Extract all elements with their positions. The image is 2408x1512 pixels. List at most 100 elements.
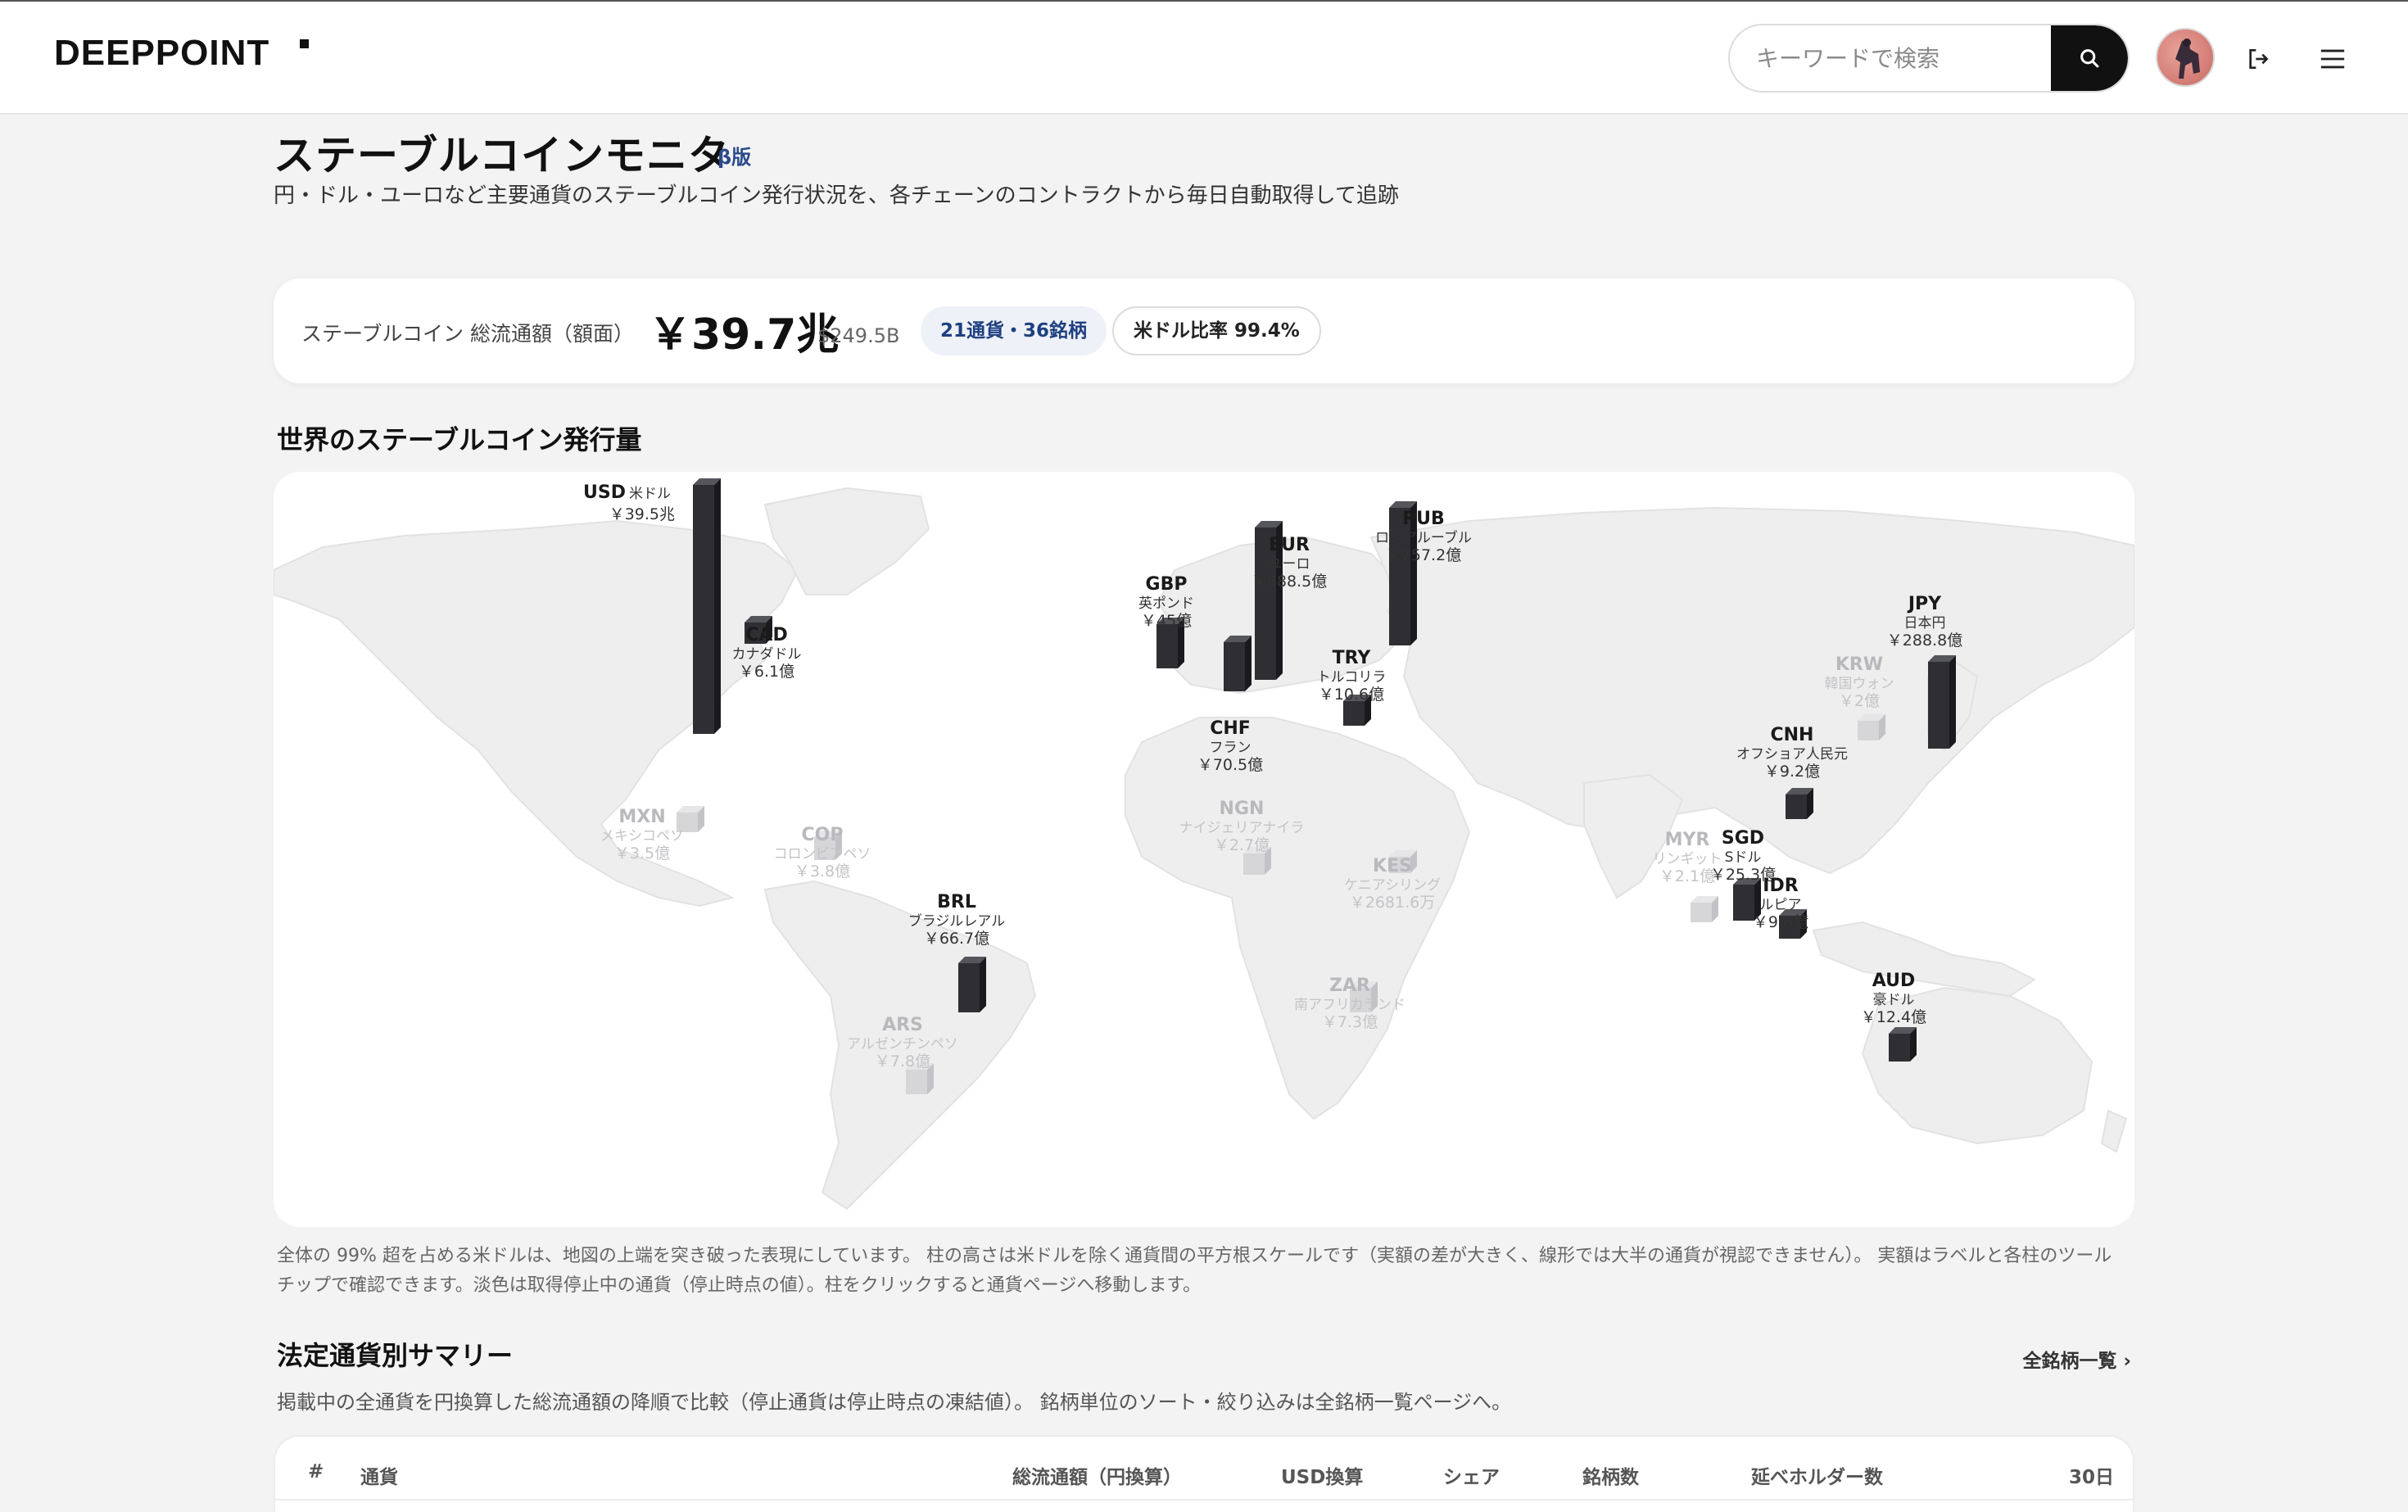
- total-value: ￥39.7兆: [649, 310, 840, 360]
- bar-front-usd[interactable]: [693, 485, 714, 734]
- bar-aud[interactable]: [1889, 1027, 1917, 1062]
- label-name-aud: 豪ドル: [1873, 991, 1915, 1008]
- label-amount-krw: ￥2億: [1839, 692, 1880, 710]
- label-amount-myr: ￥2.1億: [1659, 867, 1715, 885]
- label-name-cad: カナダドル: [732, 646, 802, 663]
- label-amount-chf: ￥70.5億: [1197, 756, 1263, 774]
- bar-front-jpy[interactable]: [1928, 662, 1949, 749]
- col-token-count[interactable]: 銘柄数: [1582, 1461, 1639, 1489]
- label-name-krw: 韓国ウォン: [1825, 676, 1894, 692]
- bar-jpy[interactable]: [1928, 655, 1956, 749]
- label-name-kes: ケニアシリング: [1344, 877, 1441, 894]
- bar-front-chf[interactable]: [1224, 642, 1245, 691]
- col-currency[interactable]: 通貨: [360, 1461, 398, 1489]
- label-code-ars: ARS: [882, 1015, 923, 1035]
- label-amount-usd: ￥39.5兆: [609, 505, 675, 523]
- all-tokens-link[interactable]: 全銘柄一覧 ›: [2023, 1345, 2132, 1373]
- label-name-brl: ブラジルレアル: [908, 912, 1006, 930]
- page-title: ステーブルコインモニタ: [274, 132, 730, 179]
- label-code-gbp: GBP: [1146, 574, 1188, 595]
- label-name-sgd: Sドル: [1725, 849, 1762, 866]
- label-amount-gbp: ￥45億: [1141, 612, 1192, 630]
- page-subtitle: 円・ドル・ユーロなど主要通貨のステーブルコイン発行状況を、各チェーンのコントラク…: [274, 183, 1399, 208]
- col-total-jpy[interactable]: 総流通額（円換算）: [1012, 1461, 1182, 1489]
- summary-table: # 通貨 総流通額（円換算） USD換算 シェア 銘柄数 延べホルダー数 30日: [274, 1435, 2134, 1512]
- col-rank[interactable]: #: [308, 1461, 324, 1483]
- label-name-eur: ユーロ: [1269, 556, 1310, 573]
- bar-myr[interactable]: [1691, 896, 1718, 922]
- label-code-kes: KES: [1373, 856, 1412, 876]
- label-name-jpy: 日本円: [1904, 615, 1946, 632]
- col-30d[interactable]: 30日: [2069, 1461, 2114, 1489]
- label-name-cop: コロンビアペソ: [774, 846, 871, 862]
- bar-side-jpy[interactable]: [1949, 655, 1956, 749]
- bar-front-cnh[interactable]: [1786, 794, 1807, 819]
- label-amount-jpy: ￥288.8億: [1887, 632, 1962, 650]
- land-africa: [1125, 717, 1471, 1120]
- bar-front-try[interactable]: [1343, 701, 1365, 726]
- bar-side-brl[interactable]: [980, 957, 986, 1012]
- logout-icon[interactable]: [2242, 43, 2274, 75]
- label-amount-aud: ￥12.4億: [1861, 1008, 1926, 1026]
- label-name-rub: ロシアルーブル: [1375, 529, 1472, 546]
- label-name-usd: 米ドル: [629, 486, 671, 502]
- land-new-zealand: [2100, 1109, 2128, 1153]
- label-name-mxn: メキシコペソ: [600, 828, 684, 844]
- label-amount-mxn: ￥3.5億: [614, 844, 670, 862]
- bar-brl[interactable]: [958, 957, 986, 1012]
- summary-heading: 法定通貨別サマリー: [277, 1340, 514, 1371]
- label-code-cad: CAD: [745, 625, 787, 645]
- bar-front-gbp[interactable]: [1156, 624, 1178, 668]
- label-code-cop: COP: [802, 825, 844, 845]
- bar-side-usd[interactable]: [714, 478, 721, 734]
- label-code-mxn: MXN: [618, 807, 665, 827]
- world-map: USD 米ドル ￥39.5兆 CADカナダドル￥6.1億 GBP英ポンド￥45億 EURユ…: [274, 478, 2134, 1211]
- label-code-usd: USD: [583, 482, 626, 503]
- search-button[interactable]: [2051, 25, 2128, 91]
- label-amount-ngn: ￥2.7億: [1214, 836, 1270, 854]
- bar-cnh[interactable]: [1786, 788, 1813, 819]
- label-code-jpy: JPY: [1907, 594, 1942, 614]
- bar-front-ars[interactable]: [906, 1070, 927, 1094]
- map-footnote: 全体の 99% 超を占める米ドルは、地図の上端を突き破った表現にしています。 柱…: [277, 1246, 2112, 1296]
- land-asia: [1369, 506, 2134, 875]
- col-share[interactable]: シェア: [1443, 1461, 1500, 1489]
- total-label: ステーブルコイン 総流通額（額面）: [301, 322, 634, 346]
- col-usd[interactable]: USD換算: [1281, 1461, 1363, 1489]
- bar-front-aud[interactable]: [1889, 1034, 1910, 1062]
- col-holders[interactable]: 延べホルダー数: [1751, 1461, 1883, 1489]
- bar-usd[interactable]: [693, 478, 721, 734]
- avatar[interactable]: [2156, 28, 2215, 87]
- label-amount-zar: ￥7.3億: [1322, 1013, 1378, 1031]
- bar-front-myr[interactable]: [1691, 903, 1712, 922]
- label-amount-cop: ￥3.8億: [794, 862, 850, 880]
- summary-note: 掲載中の全通貨を円換算した総流通額の降順で比較（停止通貨は停止時点の凍結値）。 …: [277, 1391, 1512, 1414]
- bar-front-ngn[interactable]: [1243, 853, 1265, 875]
- menu-icon[interactable]: [2316, 43, 2349, 75]
- label-name-try: トルコリラ: [1317, 669, 1387, 686]
- usd-ratio-pill: 米ドル比率 99.4%: [1112, 306, 1321, 355]
- label-amount-eur: ￥888.5億: [1252, 573, 1327, 591]
- label-name-cnh: オフショア人民元: [1736, 746, 1848, 763]
- logo[interactable]: DEEPPOINT: [54, 33, 269, 74]
- summary-card: ステーブルコイン 総流通額（額面） ￥39.7兆 $249.5B 21通貨・36…: [274, 278, 2134, 383]
- bar-front-krw[interactable]: [1858, 721, 1879, 740]
- label-amount-cad: ￥6.1億: [739, 663, 794, 681]
- label-code-try: TRY: [1333, 648, 1372, 668]
- label-name-chf: フラン: [1210, 740, 1252, 756]
- label-code-rub: RUB: [1402, 509, 1445, 529]
- label-amount-rub: ￥757.2億: [1386, 546, 1461, 564]
- bar-chf[interactable]: [1224, 636, 1252, 691]
- bar-front-sgd[interactable]: [1733, 885, 1754, 921]
- label-code-zar: ZAR: [1329, 976, 1370, 996]
- search-box: [1728, 24, 2130, 93]
- world-map-card: USD 米ドル ￥39.5兆 CAD カナダドル ￥6.1億 GBP 英ポンド ￥45億 EUR ユ…: [274, 472, 2134, 1227]
- label-code-aud: AUD: [1872, 971, 1915, 991]
- header-bar: DEEPPOINT: [0, 2, 2408, 115]
- search-input[interactable]: [1730, 25, 2054, 91]
- bar-krw[interactable]: [1858, 714, 1885, 740]
- bar-side-chf[interactable]: [1245, 636, 1252, 691]
- label-amount-idr: ￥9.6億: [1753, 913, 1808, 931]
- label-name-ars: アルゼンチンペソ: [847, 1036, 958, 1053]
- bar-front-brl[interactable]: [958, 963, 980, 1012]
